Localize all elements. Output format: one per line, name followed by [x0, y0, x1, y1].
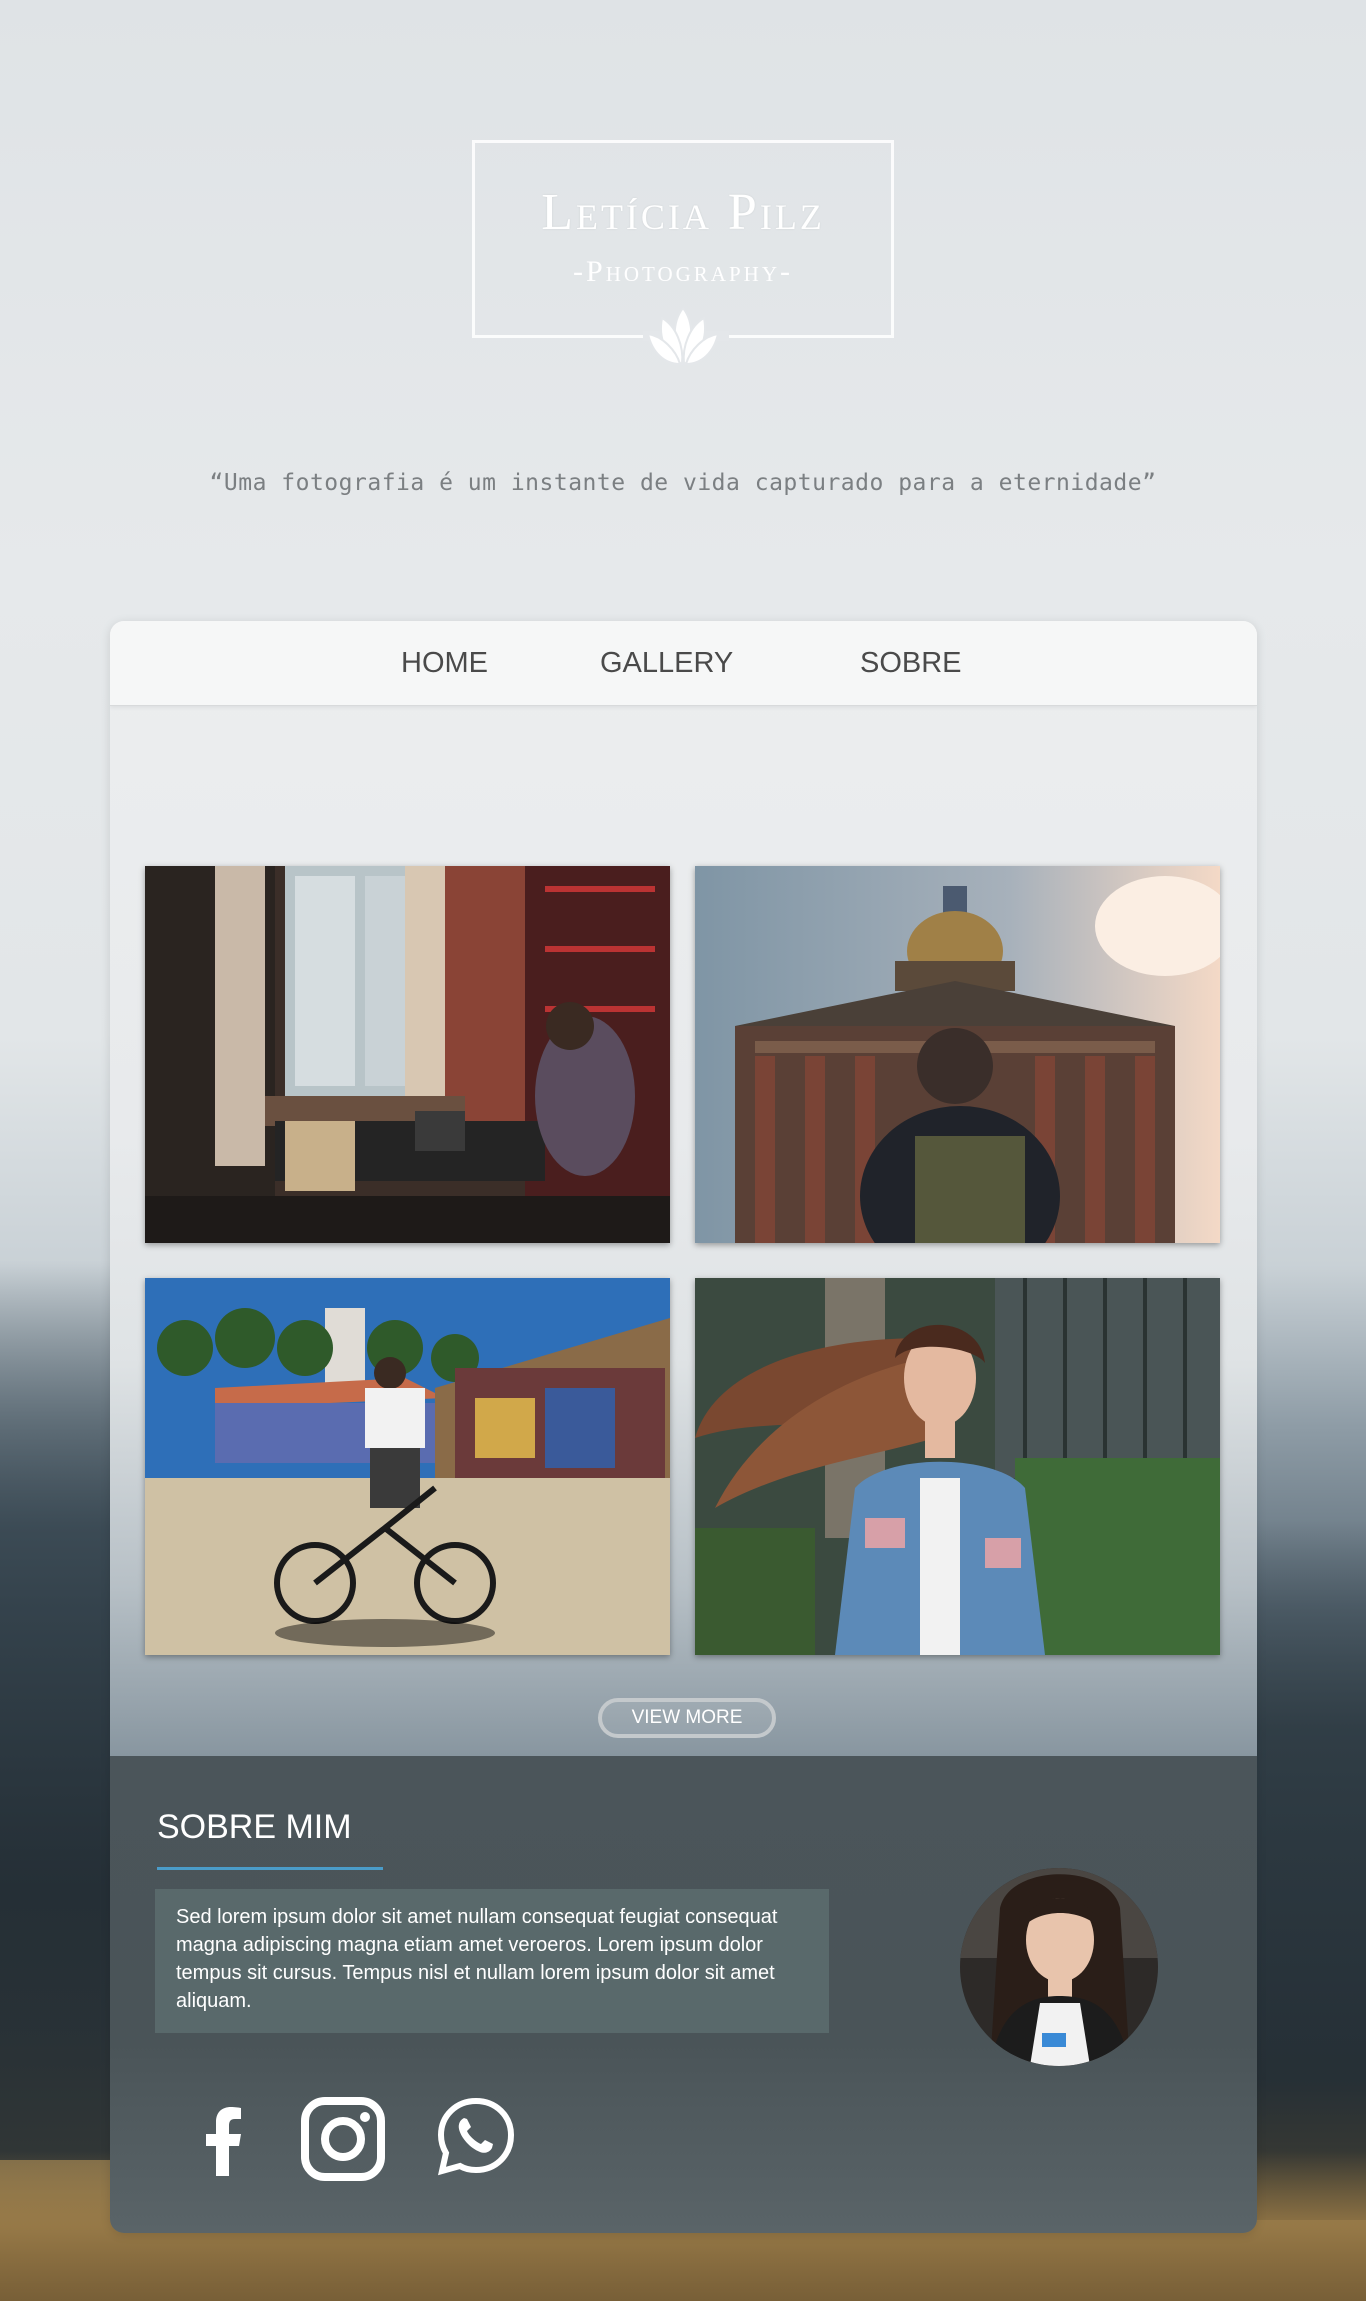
main-panel: HOME GALLERY SOBRE VIEW MORE SOBRE MIM S…: [110, 621, 1257, 2233]
instagram-icon[interactable]: [300, 2096, 386, 2182]
whatsapp-icon[interactable]: [436, 2096, 516, 2176]
avatar: [960, 1868, 1158, 2066]
about-section: SOBRE MIM Sed lorem ipsum dolor sit amet…: [110, 1756, 1257, 2233]
tagline-quote: “Uma fotografia é um instante de vida ca…: [209, 470, 1157, 496]
about-text: Sed lorem ipsum dolor sit amet nullam co…: [176, 1906, 778, 2012]
about-title-underline: [157, 1867, 383, 1870]
nav-item-sobre[interactable]: SOBRE: [860, 647, 962, 680]
nav-item-home[interactable]: HOME: [401, 647, 488, 680]
nav-bar: HOME GALLERY SOBRE: [110, 621, 1257, 706]
brand-title: Letícia Pilz: [541, 184, 825, 241]
woman-laptop-cafe-photo[interactable]: [145, 866, 670, 1243]
gallery-section: HOME GALLERY SOBRE VIEW MORE: [110, 621, 1257, 1756]
view-more-button[interactable]: VIEW MORE: [598, 1698, 776, 1738]
brand-subtitle: -Photography-: [573, 255, 793, 288]
woman-flowing-hair-photo[interactable]: [695, 1278, 1220, 1655]
about-title: SOBRE MIM: [157, 1808, 352, 1846]
cathedral-backpacker-photo[interactable]: [695, 866, 1220, 1243]
about-text-box: Sed lorem ipsum dolor sit amet nullam co…: [155, 1889, 829, 2033]
forest-background-right: [1256, 1520, 1366, 2220]
bmx-rider-graffiti-photo[interactable]: [145, 1278, 670, 1655]
lotus-icon: [646, 306, 720, 367]
facebook-icon[interactable]: [203, 2106, 243, 2176]
nav-item-gallery[interactable]: GALLERY: [600, 647, 733, 680]
